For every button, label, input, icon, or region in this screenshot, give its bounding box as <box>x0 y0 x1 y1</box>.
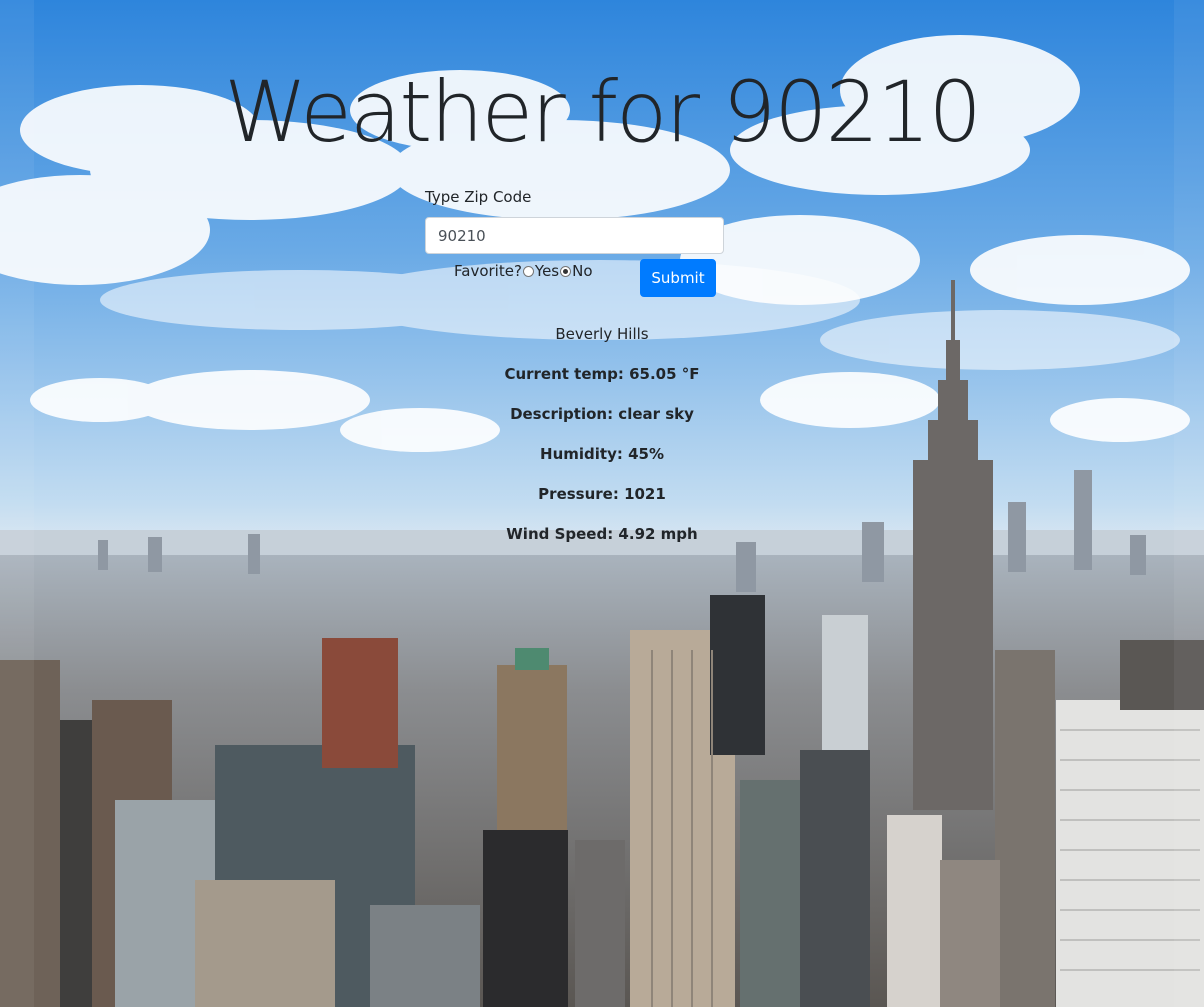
pressure: Pressure: 1021 <box>538 485 666 503</box>
city-name: Beverly Hills <box>555 325 649 343</box>
wind-speed: Wind Speed: 4.92 mph <box>506 525 698 543</box>
zip-code-input[interactable] <box>425 217 724 254</box>
zip-code-label: Type Zip Code <box>425 188 532 206</box>
submit-button[interactable]: Submit <box>640 259 716 297</box>
favorite-yes-label[interactable]: Yes <box>535 261 559 281</box>
current-temp: Current temp: 65.05 °F <box>504 365 700 383</box>
favorite-group: Favorite? Yes No <box>454 261 593 281</box>
favorite-no-radio[interactable] <box>560 265 572 277</box>
weather-panel: Weather for 90210 Type Zip Code Favorite… <box>0 0 1204 1007</box>
weather-results: Beverly Hills Current temp: 65.05 °F Des… <box>0 323 1204 563</box>
humidity: Humidity: 45% <box>540 445 664 463</box>
favorite-yes-radio[interactable] <box>522 265 534 277</box>
description: Description: clear sky <box>510 405 694 423</box>
page-title: Weather for 90210 <box>224 63 982 161</box>
favorite-no-label[interactable]: No <box>572 261 592 281</box>
favorite-label: Favorite? <box>454 262 522 280</box>
